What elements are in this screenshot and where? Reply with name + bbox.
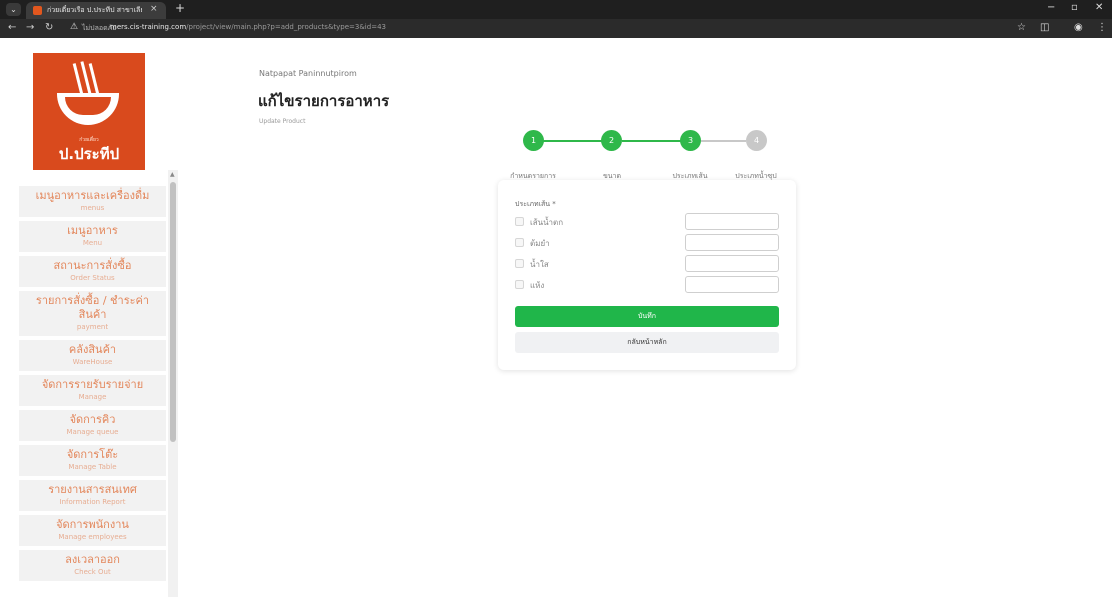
tab-search-icon[interactable]: ⌄ (6, 3, 21, 16)
sidebar-item-sublabel: menus (80, 204, 105, 212)
url-field[interactable]: ⚠ ไม่ปลอดภัย mers.cis-training.com/proje… (70, 21, 1010, 36)
sidebar-item-manage-queue[interactable]: จัดการคิว Manage queue (19, 410, 166, 441)
sidebar-item-sublabel: Manage queue (66, 428, 119, 436)
sidebar-item-label: เมนูอาหารและเครื่องดื่ม (35, 189, 150, 202)
forward-icon[interactable]: → (26, 22, 34, 33)
option-label: น้ำใส (530, 260, 549, 269)
sidebar-item-label: จัดการโต๊ะ (66, 448, 119, 461)
tab-close-icon[interactable]: × (150, 4, 158, 14)
browser-tab-bar: ⌄ ก่วยเตี๋ยวเรือ ป.ประทีป สาขาเลียบแม...… (0, 0, 1112, 19)
reload-icon[interactable]: ↻ (45, 22, 53, 33)
menu-kebab-icon[interactable]: ⋮ (1097, 22, 1107, 33)
sidebar-item-manage[interactable]: จัดการรายรับรายจ่าย Manage (19, 375, 166, 406)
option-price-input[interactable] (685, 234, 779, 251)
back-icon[interactable]: ← (8, 22, 16, 33)
sidebar-item-label: จัดการคิว (69, 413, 116, 426)
option-checkbox[interactable] (515, 259, 524, 268)
step-connector (701, 140, 746, 142)
minimize-icon[interactable]: − (1047, 2, 1055, 13)
sidebar-item-payment[interactable]: รายการสั่งซื้อ / ชำระค่าสินค้า payment (19, 291, 166, 336)
user-name: Natpapat Paninnutpirom (259, 69, 357, 78)
sidebar-item-sublabel: Order Status (70, 274, 115, 282)
sidebar-item-label: คลังสินค้า (68, 343, 117, 356)
option-checkbox[interactable] (515, 217, 524, 226)
url-path: /project/view/main.php?p=add_products&ty… (186, 23, 386, 31)
noodle-type-label: ประเภทเส้น * (515, 200, 556, 208)
sidebar-item-sublabel: WareHouse (72, 358, 113, 366)
option-checkbox[interactable] (515, 280, 524, 289)
back-to-home-button[interactable]: กลับหน้าหลัก (515, 332, 779, 353)
option-price-input[interactable] (685, 213, 779, 230)
warning-icon: ⚠ (70, 22, 79, 32)
sidebar-item-check-out[interactable]: ลงเวลาออก Check Out (19, 550, 166, 581)
sidebar-item-sublabel: Manage employees (58, 533, 127, 541)
favicon-icon (33, 6, 42, 15)
option-row: ต้มยำ (515, 234, 780, 251)
option-label: แห้ง (530, 281, 545, 290)
sidebar-menu: เมนูอาหารและเครื่องดื่ม menus เมนูอาหาร … (19, 186, 166, 585)
step-1-circle: 1 (523, 130, 544, 151)
option-label: เส้นน้ำตก (530, 218, 564, 227)
sidebar-item-label: รายการสั่งซื้อ / ชำระค่าสินค้า (35, 294, 150, 321)
sidebar-item-sublabel: Menu (82, 239, 103, 247)
bookmark-star-icon[interactable]: ☆ (1017, 22, 1026, 33)
sidebar-item-label: สถานะการสั่งซื้อ (53, 259, 132, 272)
close-window-icon[interactable]: ✕ (1095, 2, 1103, 13)
sidebar: ก๋วยเตี๋ยว ป.ประทีป เมนูอาหารและเครื่องด… (0, 38, 180, 597)
tab-title: ก่วยเตี๋ยวเรือ ป.ประทีป สาขาเลียบแม... (47, 6, 142, 14)
sidebar-item-manage-employees[interactable]: จัดการพนักงาน Manage employees (19, 515, 166, 546)
profile-icon[interactable]: ◉ (1074, 22, 1083, 33)
step-4-circle: 4 (746, 130, 767, 151)
page-subtitle: Update Product (259, 118, 306, 125)
restaurant-logo: ก๋วยเตี๋ยว ป.ประทีป (33, 53, 145, 170)
sidebar-item-label: รายงานสารสนเทศ (48, 483, 137, 496)
sidebar-item-warehouse[interactable]: คลังสินค้า WareHouse (19, 340, 166, 371)
option-checkbox[interactable] (515, 238, 524, 247)
sidebar-item-label: จัดการรายรับรายจ่าย (41, 378, 144, 391)
page-title: แก้ไขรายการอาหาร (258, 92, 390, 110)
sidebar-item-label: ลงเวลาออก (65, 553, 120, 566)
save-button[interactable]: บันทึก (515, 306, 779, 327)
sidebar-item-sublabel: payment (76, 323, 109, 331)
url-text: mers.cis-training.com/project/view/main.… (110, 23, 386, 31)
noodle-type-form-card: ประเภทเส้น * เส้นน้ำตก ต้มยำ น้ำใส แห้ง … (498, 180, 796, 370)
sidebar-item-information-report[interactable]: รายงานสารสนเทศ Information Report (19, 480, 166, 511)
scroll-up-icon[interactable]: ▲ (170, 171, 175, 178)
url-host: mers.cis-training.com (110, 23, 187, 31)
option-price-input[interactable] (685, 255, 779, 272)
sidebar-item-sublabel: Manage (78, 393, 107, 401)
extensions-icon[interactable]: ◫ (1040, 22, 1049, 33)
sidebar-scrollbar[interactable]: ▲ (168, 170, 178, 597)
logo-name: ป.ประทีป (58, 145, 120, 163)
option-price-input[interactable] (685, 276, 779, 293)
sidebar-item-menu[interactable]: เมนูอาหาร Menu (19, 221, 166, 252)
option-label: ต้มยำ (530, 239, 550, 248)
sidebar-item-sublabel: Manage Table (68, 463, 117, 471)
sidebar-item-order-status[interactable]: สถานะการสั่งซื้อ Order Status (19, 256, 166, 287)
new-tab-button[interactable]: + (175, 1, 185, 15)
progress-stepper: 1 2 3 4 กำหนดรายการ ขนาด ประเภทเส้น ประเ… (498, 129, 798, 180)
sidebar-item-sublabel: Information Report (59, 498, 126, 506)
scrollbar-thumb[interactable] (170, 182, 176, 442)
sidebar-item-menus[interactable]: เมนูอาหารและเครื่องดื่ม menus (19, 186, 166, 217)
browser-address-bar: ← → ↻ ⚠ ไม่ปลอดภัย mers.cis-training.com… (0, 19, 1112, 38)
browser-tab[interactable]: ก่วยเตี๋ยวเรือ ป.ประทีป สาขาเลียบแม... × (26, 2, 166, 19)
step-3-circle: 3 (680, 130, 701, 151)
option-row: แห้ง (515, 276, 780, 293)
maximize-icon[interactable]: ▫ (1071, 2, 1078, 13)
option-row: น้ำใส (515, 255, 780, 272)
sidebar-item-label: เมนูอาหาร (67, 224, 118, 237)
option-row: เส้นน้ำตก (515, 213, 780, 230)
sidebar-item-manage-table[interactable]: จัดการโต๊ะ Manage Table (19, 445, 166, 476)
step-2-circle: 2 (601, 130, 622, 151)
sidebar-item-label: จัดการพนักงาน (56, 518, 129, 531)
sidebar-item-sublabel: Check Out (74, 568, 111, 576)
